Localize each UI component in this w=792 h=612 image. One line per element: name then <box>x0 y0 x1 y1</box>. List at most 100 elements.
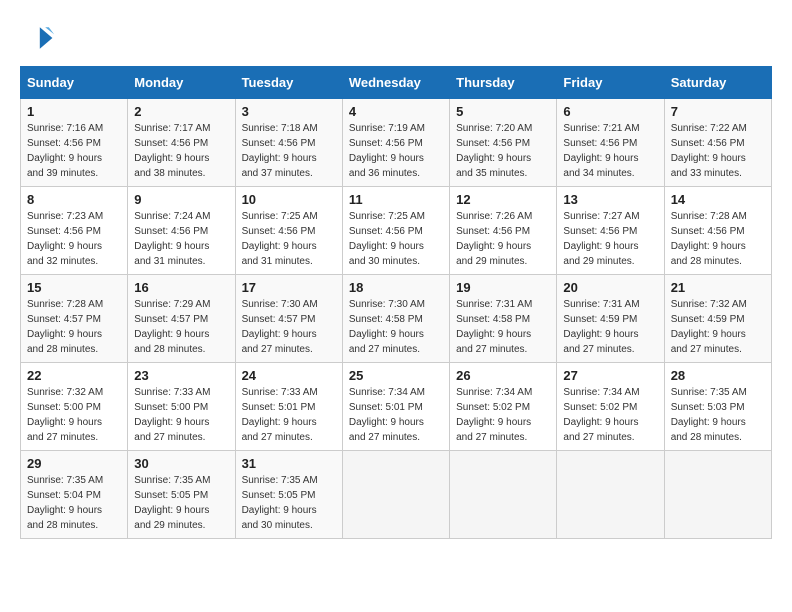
calendar-cell: 11 Sunrise: 7:25 AMSunset: 4:56 PMDaylig… <box>342 187 449 275</box>
day-detail: Sunrise: 7:30 AMSunset: 4:57 PMDaylight:… <box>242 299 318 355</box>
calendar-cell: 12 Sunrise: 7:26 AMSunset: 4:56 PMDaylig… <box>450 187 557 275</box>
calendar-week-2: 8 Sunrise: 7:23 AMSunset: 4:56 PMDayligh… <box>21 187 772 275</box>
day-detail: Sunrise: 7:25 AMSunset: 4:56 PMDaylight:… <box>349 211 425 267</box>
calendar-cell <box>664 451 771 539</box>
calendar-week-1: 1 Sunrise: 7:16 AMSunset: 4:56 PMDayligh… <box>21 99 772 187</box>
day-number: 7 <box>671 104 765 119</box>
calendar-cell: 3 Sunrise: 7:18 AMSunset: 4:56 PMDayligh… <box>235 99 342 187</box>
day-detail: Sunrise: 7:32 AMSunset: 4:59 PMDaylight:… <box>671 299 747 355</box>
day-number: 22 <box>27 368 121 383</box>
calendar-cell <box>342 451 449 539</box>
day-number: 28 <box>671 368 765 383</box>
day-detail: Sunrise: 7:21 AMSunset: 4:56 PMDaylight:… <box>563 123 639 179</box>
day-detail: Sunrise: 7:35 AMSunset: 5:03 PMDaylight:… <box>671 387 747 443</box>
day-detail: Sunrise: 7:27 AMSunset: 4:56 PMDaylight:… <box>563 211 639 267</box>
calendar-cell: 26 Sunrise: 7:34 AMSunset: 5:02 PMDaylig… <box>450 363 557 451</box>
day-number: 24 <box>242 368 336 383</box>
day-number: 21 <box>671 280 765 295</box>
day-number: 8 <box>27 192 121 207</box>
calendar-cell <box>557 451 664 539</box>
day-number: 16 <box>134 280 228 295</box>
day-detail: Sunrise: 7:26 AMSunset: 4:56 PMDaylight:… <box>456 211 532 267</box>
day-detail: Sunrise: 7:34 AMSunset: 5:01 PMDaylight:… <box>349 387 425 443</box>
calendar-week-5: 29 Sunrise: 7:35 AMSunset: 5:04 PMDaylig… <box>21 451 772 539</box>
header-day-friday: Friday <box>557 67 664 99</box>
calendar-cell: 31 Sunrise: 7:35 AMSunset: 5:05 PMDaylig… <box>235 451 342 539</box>
calendar-cell: 5 Sunrise: 7:20 AMSunset: 4:56 PMDayligh… <box>450 99 557 187</box>
day-detail: Sunrise: 7:31 AMSunset: 4:59 PMDaylight:… <box>563 299 639 355</box>
calendar-cell: 21 Sunrise: 7:32 AMSunset: 4:59 PMDaylig… <box>664 275 771 363</box>
day-number: 20 <box>563 280 657 295</box>
calendar-cell: 17 Sunrise: 7:30 AMSunset: 4:57 PMDaylig… <box>235 275 342 363</box>
calendar-cell: 2 Sunrise: 7:17 AMSunset: 4:56 PMDayligh… <box>128 99 235 187</box>
day-number: 29 <box>27 456 121 471</box>
calendar-cell: 29 Sunrise: 7:35 AMSunset: 5:04 PMDaylig… <box>21 451 128 539</box>
calendar-cell: 22 Sunrise: 7:32 AMSunset: 5:00 PMDaylig… <box>21 363 128 451</box>
day-number: 26 <box>456 368 550 383</box>
day-detail: Sunrise: 7:24 AMSunset: 4:56 PMDaylight:… <box>134 211 210 267</box>
day-number: 6 <box>563 104 657 119</box>
header-day-tuesday: Tuesday <box>235 67 342 99</box>
calendar-cell: 14 Sunrise: 7:28 AMSunset: 4:56 PMDaylig… <box>664 187 771 275</box>
day-detail: Sunrise: 7:17 AMSunset: 4:56 PMDaylight:… <box>134 123 210 179</box>
day-detail: Sunrise: 7:16 AMSunset: 4:56 PMDaylight:… <box>27 123 103 179</box>
day-number: 18 <box>349 280 443 295</box>
day-number: 12 <box>456 192 550 207</box>
day-detail: Sunrise: 7:35 AMSunset: 5:05 PMDaylight:… <box>134 475 210 531</box>
day-detail: Sunrise: 7:23 AMSunset: 4:56 PMDaylight:… <box>27 211 103 267</box>
calendar-cell: 6 Sunrise: 7:21 AMSunset: 4:56 PMDayligh… <box>557 99 664 187</box>
calendar-week-3: 15 Sunrise: 7:28 AMSunset: 4:57 PMDaylig… <box>21 275 772 363</box>
page-header <box>20 20 772 56</box>
calendar-cell: 19 Sunrise: 7:31 AMSunset: 4:58 PMDaylig… <box>450 275 557 363</box>
logo-icon <box>20 20 56 56</box>
day-detail: Sunrise: 7:28 AMSunset: 4:56 PMDaylight:… <box>671 211 747 267</box>
calendar-cell: 13 Sunrise: 7:27 AMSunset: 4:56 PMDaylig… <box>557 187 664 275</box>
calendar-cell: 4 Sunrise: 7:19 AMSunset: 4:56 PMDayligh… <box>342 99 449 187</box>
day-number: 19 <box>456 280 550 295</box>
day-number: 31 <box>242 456 336 471</box>
calendar-cell: 28 Sunrise: 7:35 AMSunset: 5:03 PMDaylig… <box>664 363 771 451</box>
day-number: 13 <box>563 192 657 207</box>
day-detail: Sunrise: 7:30 AMSunset: 4:58 PMDaylight:… <box>349 299 425 355</box>
day-detail: Sunrise: 7:31 AMSunset: 4:58 PMDaylight:… <box>456 299 532 355</box>
calendar-cell: 23 Sunrise: 7:33 AMSunset: 5:00 PMDaylig… <box>128 363 235 451</box>
day-detail: Sunrise: 7:28 AMSunset: 4:57 PMDaylight:… <box>27 299 103 355</box>
day-number: 5 <box>456 104 550 119</box>
day-number: 17 <box>242 280 336 295</box>
day-number: 2 <box>134 104 228 119</box>
day-number: 4 <box>349 104 443 119</box>
calendar-cell <box>450 451 557 539</box>
day-detail: Sunrise: 7:33 AMSunset: 5:01 PMDaylight:… <box>242 387 318 443</box>
day-number: 3 <box>242 104 336 119</box>
calendar-cell: 30 Sunrise: 7:35 AMSunset: 5:05 PMDaylig… <box>128 451 235 539</box>
calendar-cell: 9 Sunrise: 7:24 AMSunset: 4:56 PMDayligh… <box>128 187 235 275</box>
calendar-body: 1 Sunrise: 7:16 AMSunset: 4:56 PMDayligh… <box>21 99 772 539</box>
calendar-cell: 16 Sunrise: 7:29 AMSunset: 4:57 PMDaylig… <box>128 275 235 363</box>
calendar-cell: 10 Sunrise: 7:25 AMSunset: 4:56 PMDaylig… <box>235 187 342 275</box>
day-detail: Sunrise: 7:32 AMSunset: 5:00 PMDaylight:… <box>27 387 103 443</box>
day-detail: Sunrise: 7:35 AMSunset: 5:05 PMDaylight:… <box>242 475 318 531</box>
day-detail: Sunrise: 7:29 AMSunset: 4:57 PMDaylight:… <box>134 299 210 355</box>
day-detail: Sunrise: 7:34 AMSunset: 5:02 PMDaylight:… <box>563 387 639 443</box>
day-number: 15 <box>27 280 121 295</box>
calendar-cell: 25 Sunrise: 7:34 AMSunset: 5:01 PMDaylig… <box>342 363 449 451</box>
day-detail: Sunrise: 7:34 AMSunset: 5:02 PMDaylight:… <box>456 387 532 443</box>
header-day-monday: Monday <box>128 67 235 99</box>
calendar-cell: 20 Sunrise: 7:31 AMSunset: 4:59 PMDaylig… <box>557 275 664 363</box>
day-detail: Sunrise: 7:35 AMSunset: 5:04 PMDaylight:… <box>27 475 103 531</box>
day-detail: Sunrise: 7:25 AMSunset: 4:56 PMDaylight:… <box>242 211 318 267</box>
calendar-cell: 27 Sunrise: 7:34 AMSunset: 5:02 PMDaylig… <box>557 363 664 451</box>
calendar-cell: 18 Sunrise: 7:30 AMSunset: 4:58 PMDaylig… <box>342 275 449 363</box>
calendar-cell: 7 Sunrise: 7:22 AMSunset: 4:56 PMDayligh… <box>664 99 771 187</box>
day-number: 9 <box>134 192 228 207</box>
day-number: 1 <box>27 104 121 119</box>
header-day-sunday: Sunday <box>21 67 128 99</box>
day-number: 30 <box>134 456 228 471</box>
calendar-cell: 1 Sunrise: 7:16 AMSunset: 4:56 PMDayligh… <box>21 99 128 187</box>
header-day-saturday: Saturday <box>664 67 771 99</box>
day-number: 11 <box>349 192 443 207</box>
day-detail: Sunrise: 7:20 AMSunset: 4:56 PMDaylight:… <box>456 123 532 179</box>
day-number: 14 <box>671 192 765 207</box>
calendar-header-row: SundayMondayTuesdayWednesdayThursdayFrid… <box>21 67 772 99</box>
header-day-thursday: Thursday <box>450 67 557 99</box>
